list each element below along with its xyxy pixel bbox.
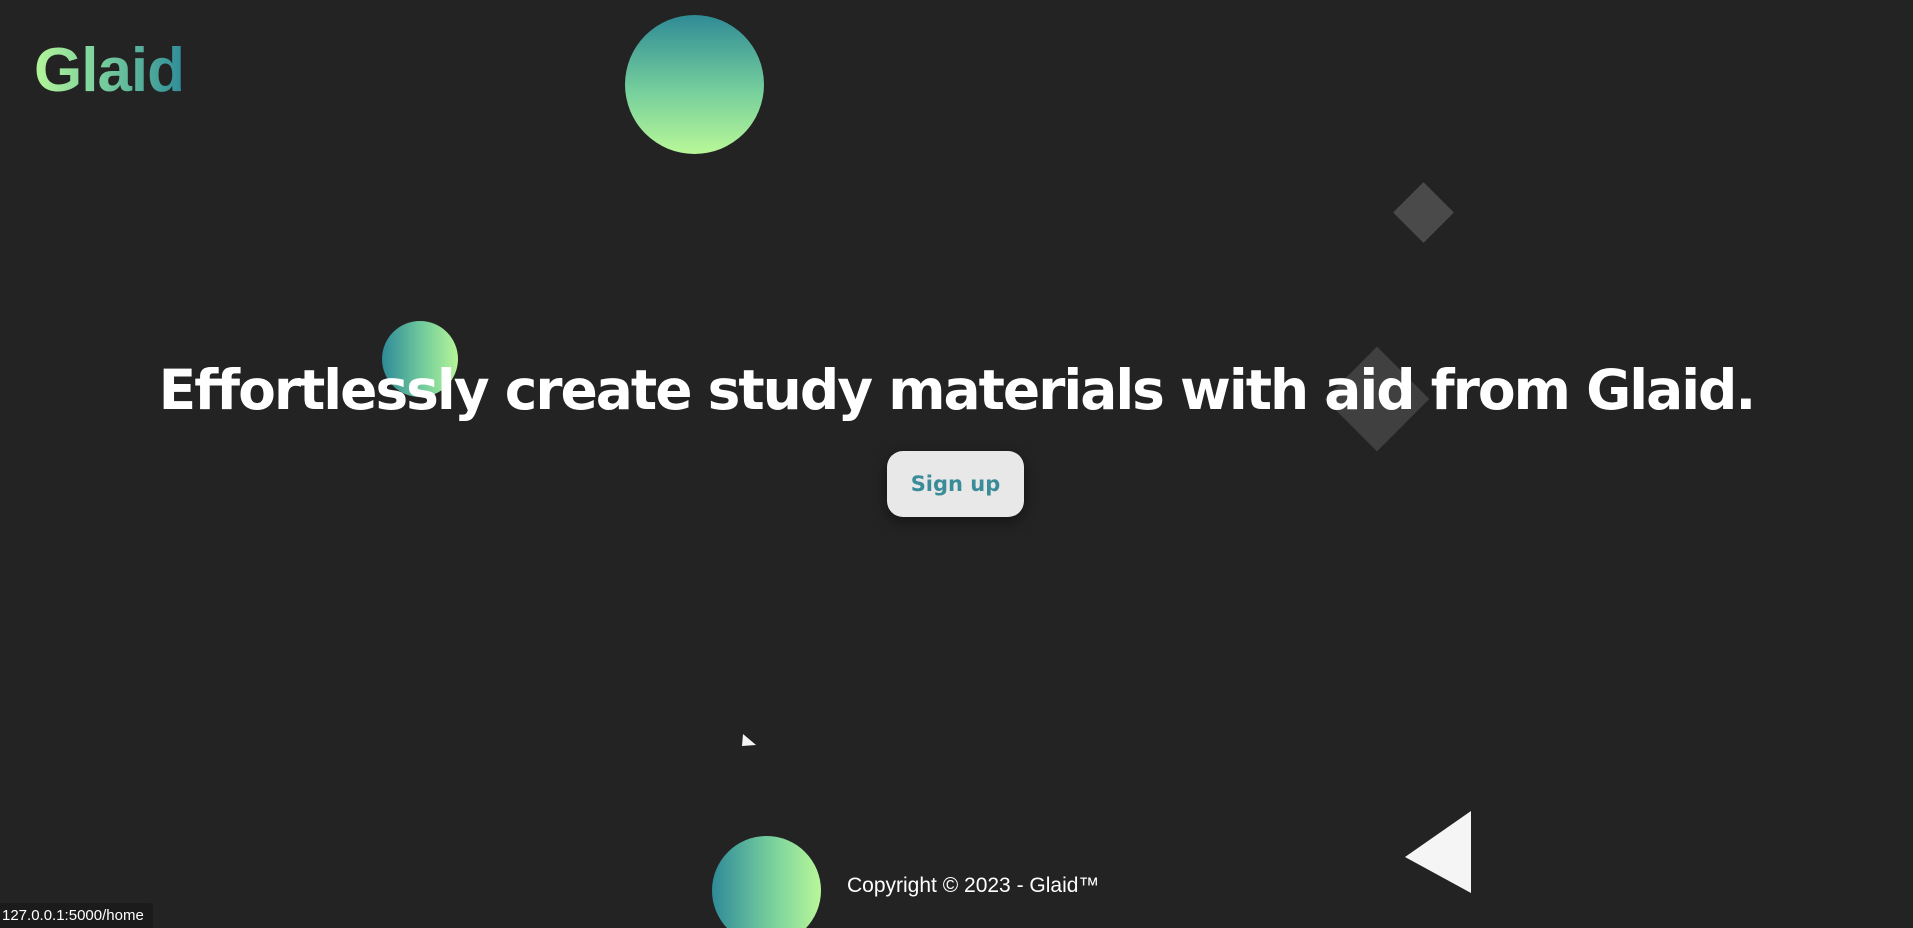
sign-up-button[interactable]: Sign up	[887, 451, 1024, 517]
decorative-circle-bottom	[712, 836, 821, 928]
landing-page: Glaid Effortlessly create study material…	[0, 0, 1913, 928]
hero-headline: Effortlessly create study materials with…	[158, 358, 1757, 422]
logo[interactable]: Glaid	[34, 40, 185, 102]
decorative-triangle-small	[742, 734, 756, 746]
decorative-diamond-small	[1393, 182, 1454, 243]
decorative-circle-top	[625, 15, 764, 154]
decorative-triangle-large	[1405, 811, 1471, 893]
footer-copyright: Copyright © 2023 - Glaid™	[847, 874, 1100, 897]
status-bar-url: 127.0.0.1:5000/home	[0, 903, 153, 928]
